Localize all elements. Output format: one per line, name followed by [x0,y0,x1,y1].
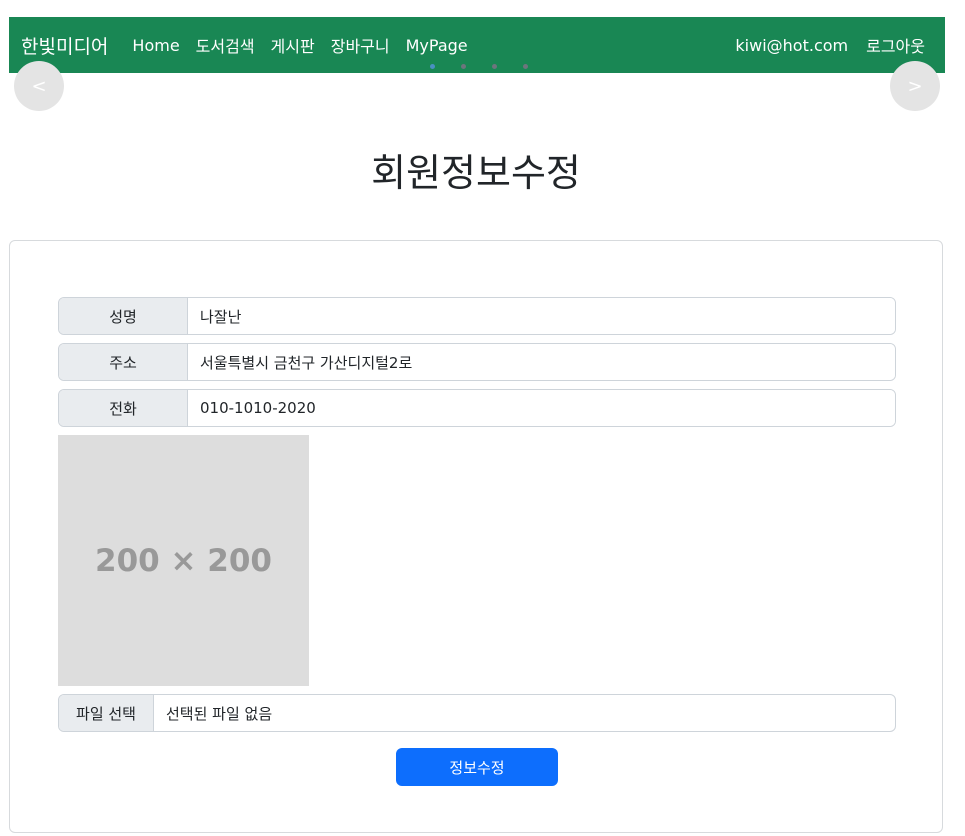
nav-user-area: kiwi@hot.com 로그아웃 [735,17,925,73]
phone-field[interactable]: 010-1010-2020 [188,390,895,426]
carousel-indicator[interactable] [523,64,528,69]
name-label: 성명 [59,298,188,334]
user-email-link[interactable]: kiwi@hot.com [735,36,848,55]
carousel-indicator[interactable] [430,64,435,69]
nav-home[interactable]: Home [132,36,179,55]
carousel-prev-button[interactable]: < [14,61,64,111]
brand-logo[interactable]: 한빛미디어 [21,32,108,59]
carousel-next-button[interactable]: > [890,61,940,111]
photo-placeholder-text: 200 × 200 [95,542,272,579]
address-label: 주소 [59,344,188,380]
nav-links: Home 도서검색 게시판 장바구니 MyPage [132,33,467,57]
carousel-indicator[interactable] [492,64,497,69]
page-title: 회원정보수정 [371,151,581,195]
name-field[interactable]: 나잘난 [188,298,895,334]
nav-book-search[interactable]: 도서검색 [196,33,255,57]
address-field[interactable]: 서울특별시 금천구 가산디지털2로 [188,344,895,380]
file-input: 파일 선택 선택된 파일 없음 [58,694,896,732]
address-field-group: 주소 서울특별시 금천구 가산디지털2로 [58,343,896,381]
logout-link[interactable]: 로그아웃 [866,33,925,57]
carousel-indicators [430,64,528,69]
name-field-group: 성명 나잘난 [58,297,896,335]
update-info-button[interactable]: 정보수정 [396,748,558,786]
nav-cart[interactable]: 장바구니 [331,33,390,57]
file-status-text: 선택된 파일 없음 [166,704,273,723]
nav-mypage[interactable]: MyPage [406,36,468,55]
profile-photo-placeholder: 200 × 200 [58,435,309,686]
file-select-button[interactable]: 파일 선택 [59,695,154,731]
phone-field-group: 전화 010-1010-2020 [58,389,896,427]
nav-board[interactable]: 게시판 [271,33,315,57]
carousel-indicator[interactable] [461,64,466,69]
phone-label: 전화 [59,390,188,426]
